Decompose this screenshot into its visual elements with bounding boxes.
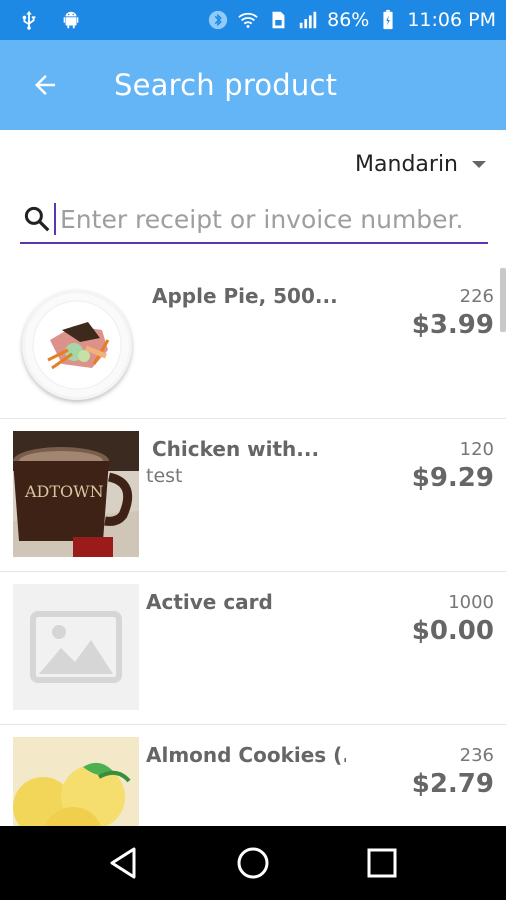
usb-icon (18, 9, 40, 31)
product-name: Almond Cookies (... (146, 743, 346, 767)
bluetooth-icon (207, 9, 229, 31)
nav-back-button[interactable] (102, 841, 146, 885)
page-title: Search product (114, 68, 338, 102)
product-price: $9.29 (411, 463, 494, 493)
search-bar (20, 196, 488, 244)
android-icon (60, 9, 82, 31)
navigation-bar (0, 826, 506, 900)
wifi-icon (237, 9, 259, 31)
product-subtitle: test (146, 465, 183, 487)
status-left (18, 9, 207, 31)
list-scrollbar[interactable] (500, 268, 506, 332)
language-select[interactable]: Mandarin (355, 148, 486, 180)
product-image-mug: ADTOWN (13, 431, 139, 557)
product-list: Apple Pie, 500... 226 $3.99 ADTOWN Chick… (0, 266, 506, 826)
clock: 11:06 PM (407, 9, 496, 31)
product-name: Chicken with... (152, 437, 320, 461)
product-price: $2.79 (411, 769, 494, 799)
triangle-back-icon (110, 847, 136, 879)
arrow-left-icon (35, 75, 55, 95)
battery-icon (377, 9, 399, 31)
back-button[interactable] (0, 40, 90, 130)
status-bar: 86% 11:06 PM (0, 0, 506, 40)
list-item[interactable]: Apple Pie, 500... 226 $3.99 (0, 266, 506, 419)
sim-icon (267, 9, 289, 31)
battery-percent: 86% (327, 9, 370, 31)
product-price: $0.00 (411, 616, 494, 646)
list-item[interactable]: ADTOWN Chicken with... test 120 $9.29 (0, 419, 506, 572)
product-quantity: 120 (459, 439, 494, 460)
product-image-plate (22, 290, 132, 400)
signal-icon (297, 9, 319, 31)
product-name: Apple Pie, 500... (152, 284, 338, 308)
product-quantity: 236 (459, 745, 494, 766)
caret-down-icon (472, 160, 486, 168)
search-icon[interactable] (20, 202, 54, 236)
status-right: 86% 11:06 PM (207, 9, 496, 31)
product-price: $3.99 (411, 310, 494, 340)
nav-home-button[interactable] (231, 841, 275, 885)
square-recents-icon (367, 848, 397, 878)
product-quantity: 226 (459, 286, 494, 307)
product-name: Active card (146, 590, 273, 614)
nav-recents-button[interactable] (360, 841, 404, 885)
product-image-cookies (13, 737, 139, 826)
search-input[interactable] (54, 203, 488, 235)
list-item[interactable]: Active card 1000 $0.00 (0, 572, 506, 725)
circle-home-icon (237, 847, 269, 879)
product-quantity: 1000 (448, 592, 494, 613)
list-item[interactable]: Almond Cookies (... 236 $2.79 (0, 725, 506, 826)
image-placeholder-icon (13, 584, 139, 710)
app-bar: Search product (0, 40, 506, 130)
language-selected-value: Mandarin (355, 151, 458, 177)
svg-text:ADTOWN: ADTOWN (24, 482, 104, 501)
